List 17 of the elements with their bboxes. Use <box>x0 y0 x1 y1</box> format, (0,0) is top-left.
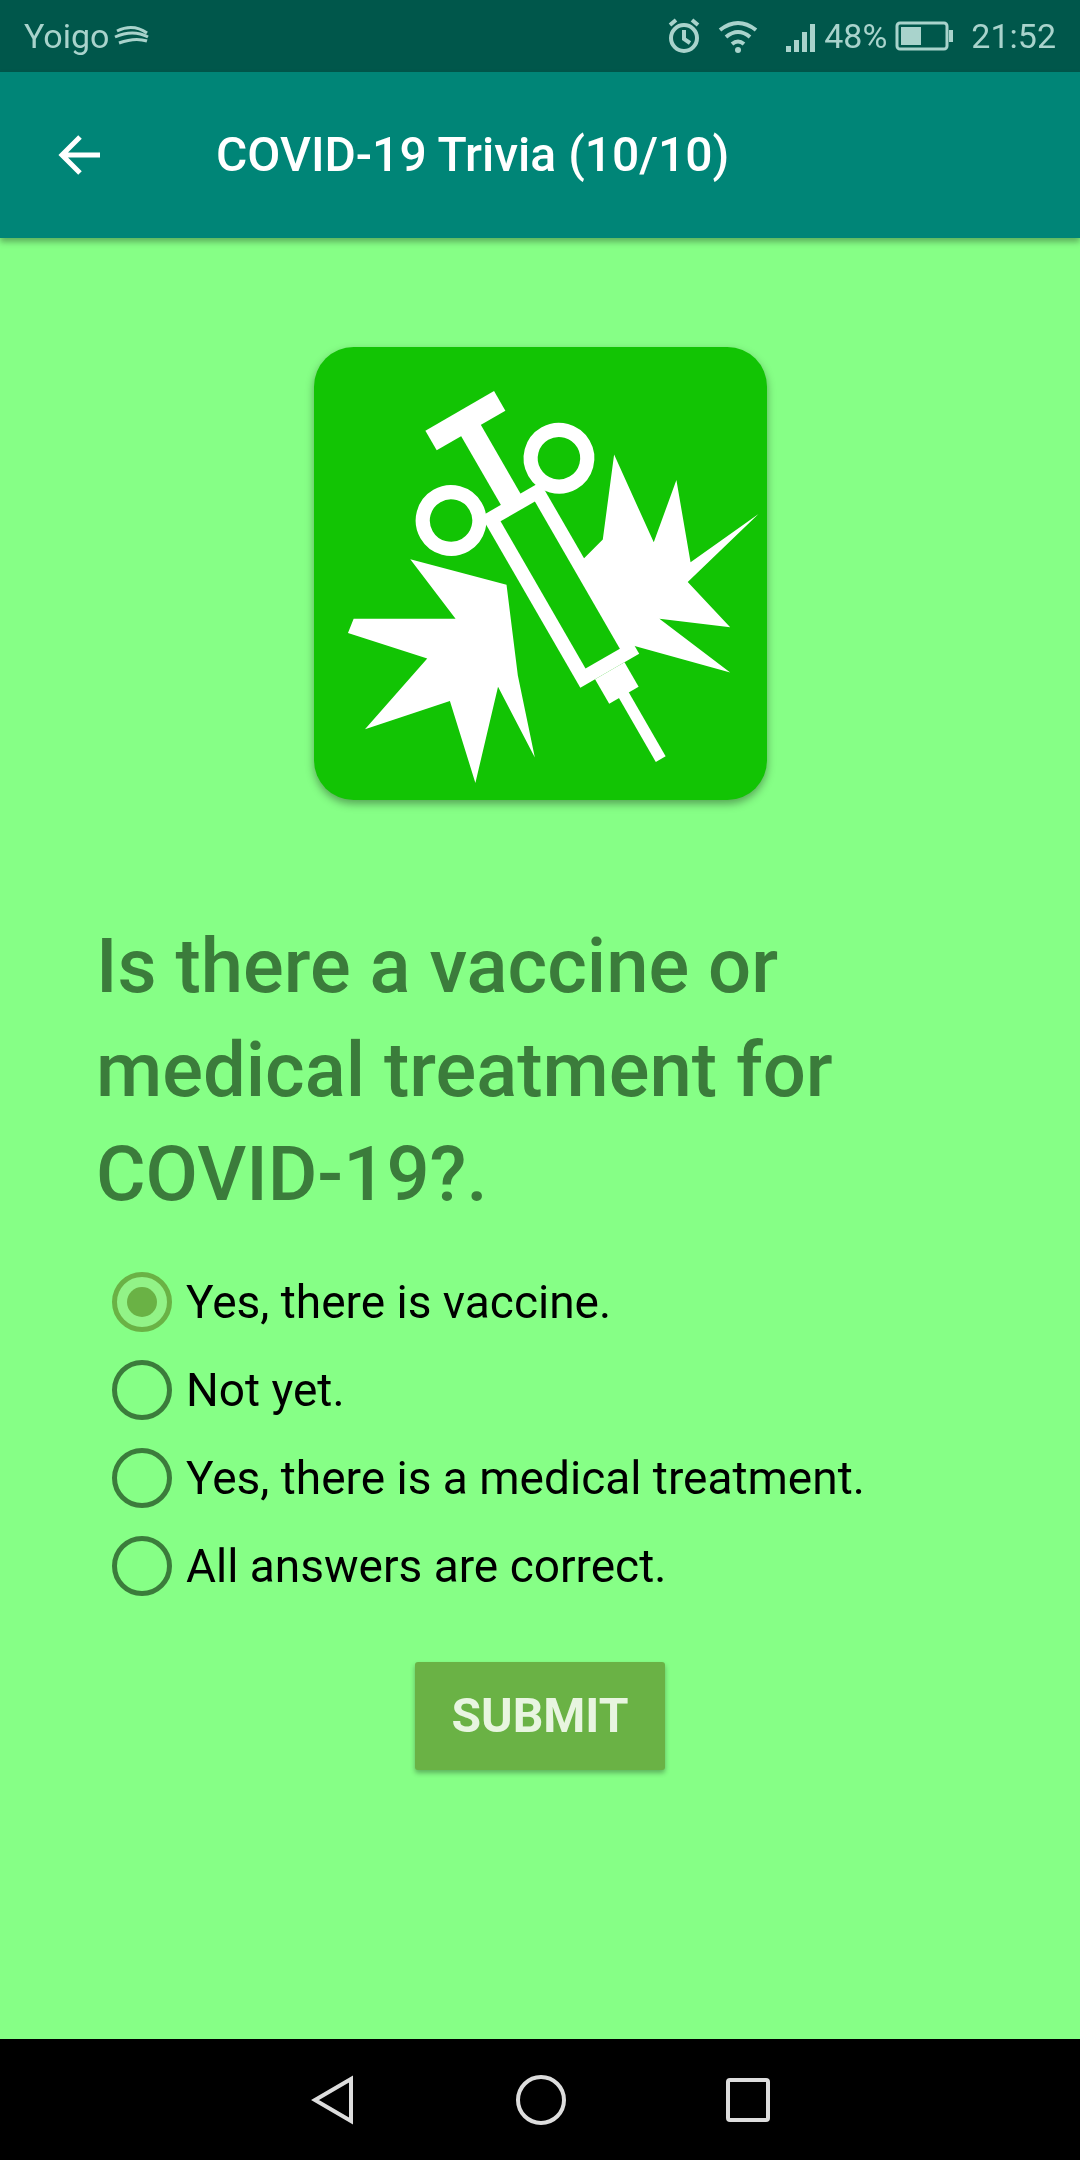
radio-button[interactable] <box>112 1360 172 1420</box>
home-nav-icon[interactable] <box>515 2073 567 2126</box>
option-label[interactable]: All answers are correct. <box>186 1534 667 1598</box>
radio-button[interactable] <box>112 1536 172 1596</box>
vaccine-syringe-icon <box>313 345 767 802</box>
battery-percent: 48% <box>824 14 888 58</box>
recents-nav-icon[interactable] <box>725 2076 771 2123</box>
battery-icon <box>895 21 956 51</box>
option-label[interactable]: Yes, there is a medical treatment. <box>186 1446 865 1510</box>
option-label[interactable]: Not yet. <box>186 1358 345 1422</box>
clock-time: 21:52 <box>971 14 1056 58</box>
carrier-name: Yoigo <box>24 14 110 58</box>
radio-button[interactable] <box>112 1272 172 1332</box>
option-label[interactable]: Yes, there is vaccine. <box>186 1270 612 1334</box>
question-text: Is there a vaccine or medical treatment for COVID-19?. <box>96 920 834 1221</box>
screen-title: COVID-19 Trivia (10/10) <box>216 125 730 185</box>
radio-button[interactable] <box>112 1448 172 1508</box>
